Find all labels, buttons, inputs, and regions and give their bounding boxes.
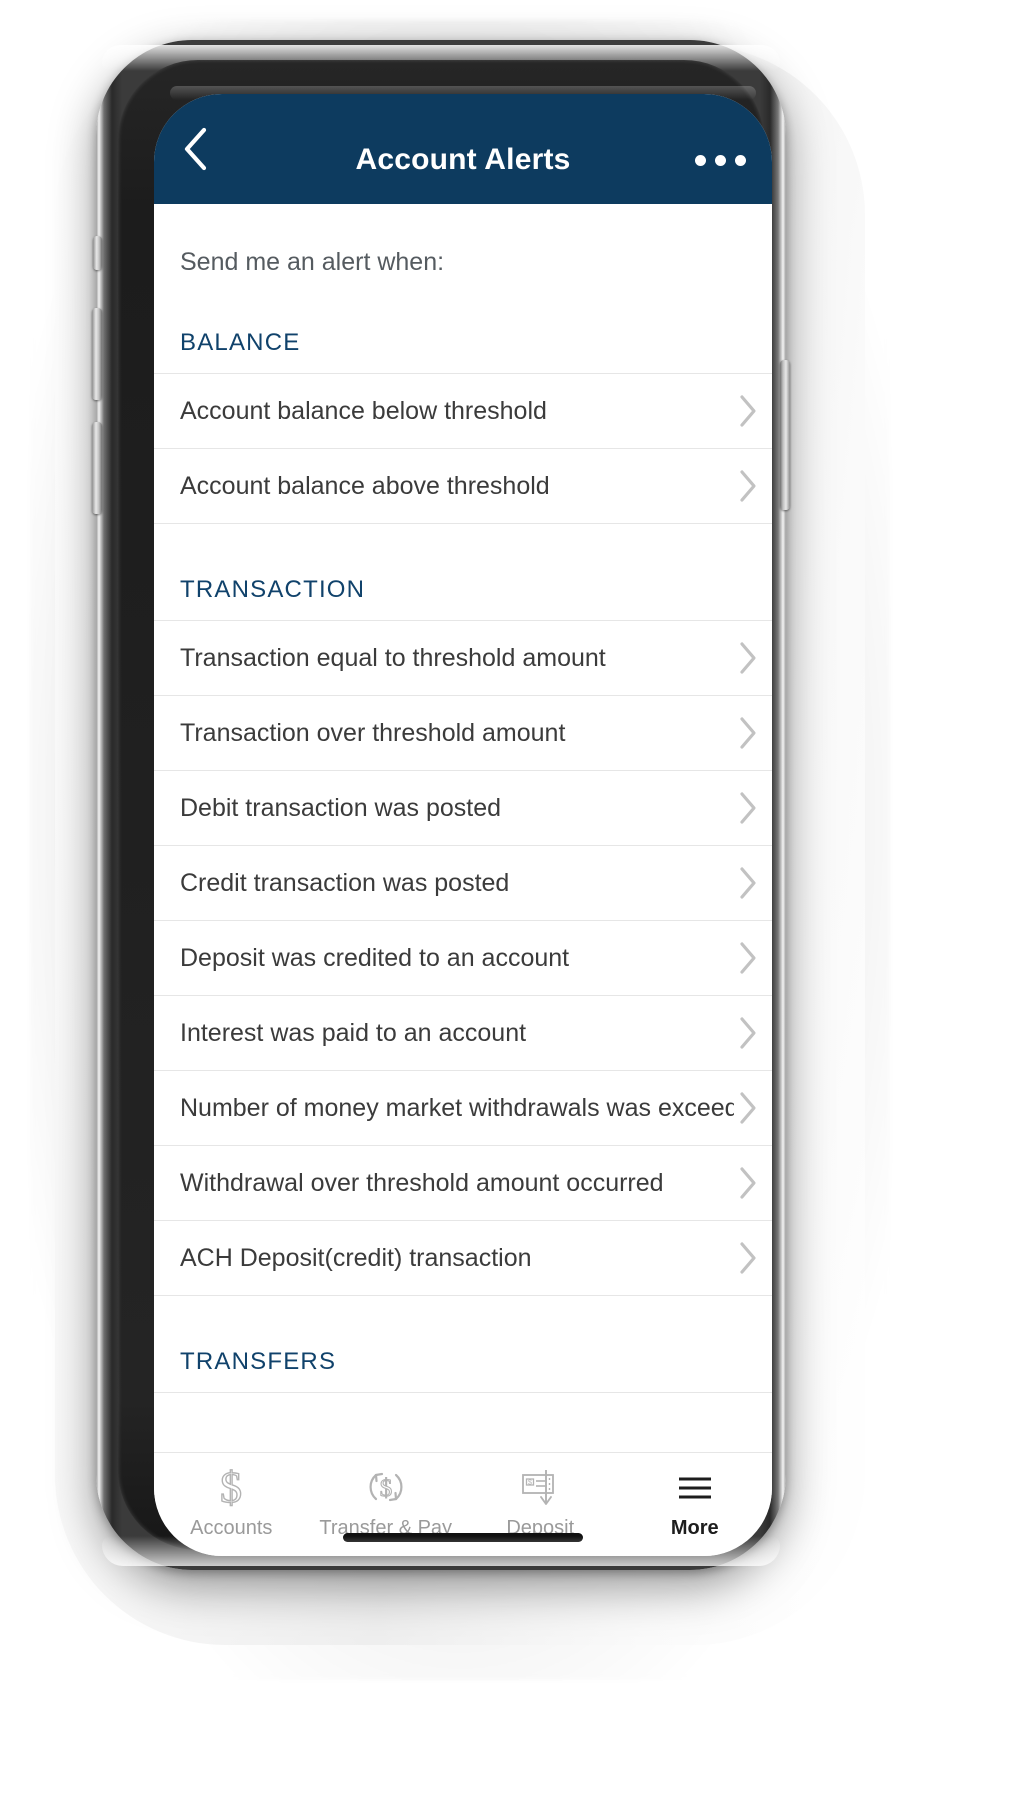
alert-row[interactable]: ACH Deposit(credit) transaction xyxy=(154,1220,772,1296)
chevron-right-icon xyxy=(734,1241,758,1275)
alert-row-label: Interest was paid to an account xyxy=(180,1018,527,1047)
section-divider xyxy=(154,1392,772,1393)
alert-row-label: Credit transaction was posted xyxy=(180,868,510,897)
power-button[interactable] xyxy=(780,360,790,510)
alert-row-label: Transaction equal to threshold amount xyxy=(180,643,606,672)
check-deposit-arrow-icon: $ xyxy=(515,1463,565,1511)
page-title: Account Alerts xyxy=(355,143,571,176)
chevron-right-icon xyxy=(734,866,758,900)
more-options-button[interactable] xyxy=(690,140,750,180)
hamburger-menu-icon xyxy=(672,1463,718,1511)
alert-row[interactable]: Account balance above threshold xyxy=(154,448,772,524)
alert-row-label: Account balance above threshold xyxy=(180,471,550,500)
ellipsis-icon-dot xyxy=(734,154,746,166)
chevron-right-icon xyxy=(734,941,758,975)
alert-row[interactable]: Deposit was credited to an account xyxy=(154,920,772,995)
silent-switch-button[interactable] xyxy=(93,236,102,270)
alert-row[interactable]: Transaction equal to threshold amount xyxy=(154,620,772,695)
tab-more-label: More xyxy=(670,1517,719,1539)
tab-accounts-label: Accounts xyxy=(190,1517,273,1539)
chevron-right-icon xyxy=(734,641,758,675)
alert-row-label: Account balance below threshold xyxy=(180,396,547,425)
svg-text:$: $ xyxy=(220,1463,242,1511)
chevron-right-icon xyxy=(734,1166,758,1200)
alert-row-label: Withdrawal over threshold amount occurre… xyxy=(180,1168,664,1197)
phone-screen: Account Alerts Send me an alert when: BA… xyxy=(154,94,772,1556)
volume-up-button[interactable] xyxy=(92,308,102,400)
tab-more[interactable]: More xyxy=(618,1463,773,1540)
volume-down-button[interactable] xyxy=(92,422,102,514)
chevron-right-icon xyxy=(734,1091,758,1125)
tab-accounts[interactable]: $ Accounts xyxy=(154,1463,309,1540)
alert-row-label: Number of money market withdrawals was e… xyxy=(180,1093,734,1122)
alert-row[interactable]: Debit transaction was posted xyxy=(154,770,772,845)
alert-row-label: Transaction over threshold amount xyxy=(180,718,566,747)
chevron-right-icon xyxy=(734,394,758,428)
alert-row-label: Deposit was credited to an account xyxy=(180,943,570,972)
section-header: TRANSACTION xyxy=(180,576,366,603)
alert-row-label: Debit transaction was posted xyxy=(180,793,502,822)
section-header: BALANCE xyxy=(180,329,301,356)
alert-row[interactable]: Transaction over threshold amount xyxy=(154,695,772,770)
svg-text:$: $ xyxy=(528,1480,532,1487)
alert-sections: BALANCE Account balance below threshold Ac… xyxy=(154,277,772,1393)
home-indicator[interactable] xyxy=(343,1533,583,1542)
alert-row[interactable]: Credit transaction was posted xyxy=(154,845,772,920)
alert-row[interactable]: Account balance below threshold xyxy=(154,373,772,448)
back-button[interactable] xyxy=(172,119,218,179)
app-header: Account Alerts xyxy=(154,94,772,204)
phone-bezel: Account Alerts Send me an alert when: BA… xyxy=(118,60,772,1556)
chevron-right-icon xyxy=(734,1016,758,1050)
intro-text: Send me an alert when: xyxy=(180,248,445,276)
chevron-right-icon xyxy=(734,791,758,825)
alert-row-label: ACH Deposit(credit) transaction xyxy=(180,1243,532,1272)
dollar-sign-icon: $ xyxy=(211,1463,251,1511)
section-header: TRANSFERS xyxy=(180,1348,337,1375)
ellipsis-icon-dot xyxy=(714,154,726,166)
tab-deposit[interactable]: $ Deposit xyxy=(463,1463,618,1540)
phone-device-frame: Account Alerts Send me an alert when: BA… xyxy=(92,40,790,1570)
chevron-left-icon xyxy=(182,127,208,171)
svg-text:$: $ xyxy=(380,1475,393,1502)
tab-transfer-and-pay[interactable]: $ Transfer & Pay xyxy=(309,1463,464,1540)
chevron-right-icon xyxy=(734,469,758,503)
chevron-right-icon xyxy=(734,716,758,750)
alert-row[interactable]: Interest was paid to an account xyxy=(154,995,772,1070)
alerts-scroll-container[interactable]: Send me an alert when: BALANCE Account ba… xyxy=(154,204,772,1452)
alert-row[interactable]: Number of money market withdrawals was e… xyxy=(154,1070,772,1145)
ellipsis-icon-dot xyxy=(694,154,706,166)
transfer-circular-arrows-dollar-icon: $ xyxy=(360,1463,412,1511)
alert-row[interactable]: Withdrawal over threshold amount occurre… xyxy=(154,1145,772,1220)
